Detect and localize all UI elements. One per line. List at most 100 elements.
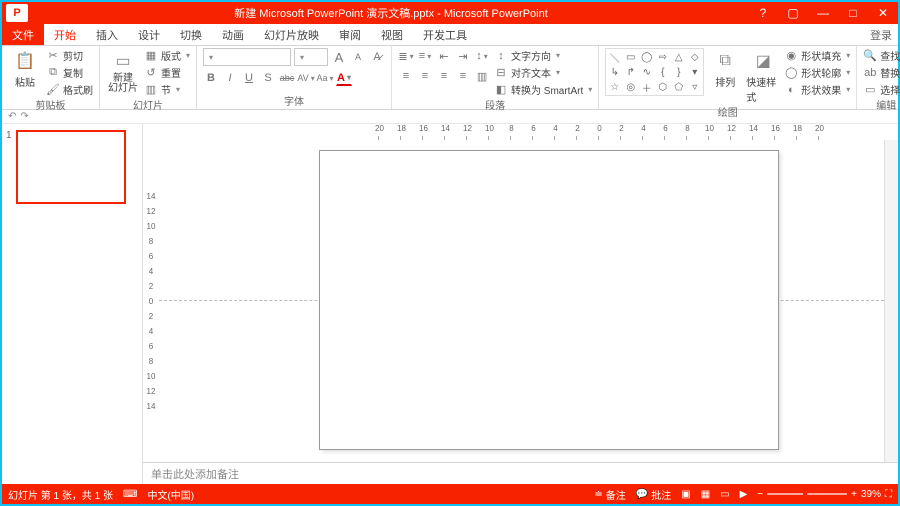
indent-dec-button[interactable]: ⇤: [436, 48, 452, 64]
font-size-combo[interactable]: [294, 48, 328, 66]
font-name-combo[interactable]: [203, 48, 291, 66]
indent-inc-button[interactable]: ⇥: [455, 48, 471, 64]
zoom-slider[interactable]: [767, 493, 847, 495]
font-color-button[interactable]: A: [336, 70, 352, 86]
change-case-button[interactable]: Aa: [317, 70, 333, 86]
slide-1[interactable]: [319, 150, 779, 450]
quick-styles-button[interactable]: ◪快速样式: [746, 48, 780, 104]
format-painter-button[interactable]: 🖌格式刷: [46, 82, 93, 97]
tab-insert[interactable]: 插入: [86, 24, 128, 45]
numbering-button[interactable]: ≡: [417, 48, 433, 64]
arrange-button[interactable]: ⧉排列: [708, 48, 742, 89]
undo-shape-icon[interactable]: ↶: [8, 111, 16, 122]
view-normal-button[interactable]: ▣: [681, 489, 690, 500]
text-direction-button[interactable]: ↕文字方向: [494, 48, 592, 63]
find-button[interactable]: 🔍查找: [863, 48, 900, 63]
zoom-value[interactable]: 39%: [861, 489, 881, 500]
shape-conn2-icon[interactable]: ↱: [623, 65, 638, 79]
convert-smartart-button[interactable]: ◧转换为 SmartArt: [494, 82, 592, 97]
layout-button[interactable]: ▦版式: [144, 48, 190, 63]
shape-callout-icon[interactable]: ◎: [623, 80, 638, 94]
tab-file[interactable]: 文件: [2, 24, 44, 45]
fit-window-button[interactable]: ⛶: [885, 489, 892, 500]
zoom-in-button[interactable]: +: [851, 489, 857, 500]
paste-button[interactable]: 📋 粘贴: [8, 48, 42, 89]
tab-animation[interactable]: 动画: [212, 24, 254, 45]
clear-format-button[interactable]: A̷: [369, 49, 385, 65]
tab-view[interactable]: 视图: [371, 24, 413, 45]
shape-scroll-icon[interactable]: ▿: [687, 80, 702, 94]
shape-pent-icon[interactable]: ⬠: [671, 80, 686, 94]
shape-arrow-icon[interactable]: ⇨: [655, 50, 670, 64]
cut-button[interactable]: ✂剪切: [46, 48, 93, 63]
tab-transition[interactable]: 切换: [170, 24, 212, 45]
notes-pane[interactable]: 单击此处添加备注: [143, 462, 898, 484]
help-button[interactable]: ?: [748, 6, 778, 20]
ribbon-toggle-button[interactable]: ▢: [778, 6, 808, 20]
columns-button[interactable]: ▥: [474, 68, 490, 84]
status-language[interactable]: 中文(中国): [147, 487, 194, 502]
shape-plus-icon[interactable]: ＋: [639, 80, 654, 94]
slide-thumbnail-1[interactable]: [16, 130, 126, 204]
login-link[interactable]: 登录: [870, 27, 898, 43]
tab-design[interactable]: 设计: [128, 24, 170, 45]
shape-line-icon[interactable]: ＼: [607, 50, 622, 64]
new-slide-button[interactable]: ▭ 新建 幻灯片: [106, 48, 140, 94]
view-sorter-button[interactable]: ▦: [701, 489, 710, 500]
slide-thumbnail-panel[interactable]: 1: [2, 124, 142, 484]
ruler-horizontal[interactable]: 201816141210864202468101214161820: [159, 124, 898, 140]
shape-brace-icon[interactable]: {: [655, 65, 670, 79]
underline-button[interactable]: U: [241, 70, 257, 86]
ruler-vertical[interactable]: 141210864202468101214: [143, 140, 159, 462]
shape-diamond-icon[interactable]: ◇: [687, 50, 702, 64]
select-button[interactable]: ▭选择: [863, 82, 900, 97]
char-spacing-button[interactable]: AV: [298, 70, 314, 86]
view-slideshow-button[interactable]: ▶: [740, 489, 748, 500]
increase-font-button[interactable]: A: [331, 49, 347, 65]
shape-rect-icon[interactable]: ▭: [623, 50, 638, 64]
reset-button[interactable]: ↺重置: [144, 65, 190, 80]
vertical-scrollbar[interactable]: [884, 140, 898, 462]
bullets-button[interactable]: ≣: [398, 48, 414, 64]
shapes-gallery[interactable]: ＼▭◯⇨△◇ ↳↱∿{}▾ ☆◎＋⬡⬠▿: [605, 48, 704, 96]
shape-triangle-icon[interactable]: △: [671, 50, 686, 64]
line-spacing-button[interactable]: ↕: [474, 48, 490, 64]
close-button[interactable]: ✕: [868, 6, 898, 20]
slide-canvas[interactable]: [159, 140, 884, 462]
tab-review[interactable]: 审阅: [329, 24, 371, 45]
shape-curve-icon[interactable]: ∿: [639, 65, 654, 79]
align-center-button[interactable]: ≡: [417, 68, 433, 84]
status-lang-icon[interactable]: ⌨: [123, 489, 137, 500]
shape-conn-icon[interactable]: ↳: [607, 65, 622, 79]
bold-button[interactable]: B: [203, 70, 219, 86]
shape-fill-button[interactable]: ◉形状填充: [784, 48, 850, 63]
tab-slideshow[interactable]: 幻灯片放映: [254, 24, 329, 45]
comments-toggle[interactable]: 💬 批注: [636, 487, 671, 502]
undo-shape2-icon[interactable]: ↷: [20, 111, 28, 122]
shape-outline-button[interactable]: ◯形状轮廓: [784, 65, 850, 80]
shape-brace2-icon[interactable]: }: [671, 65, 686, 79]
minimize-button[interactable]: —: [808, 6, 838, 20]
strike-button[interactable]: abc: [279, 70, 295, 86]
section-button[interactable]: ▥节: [144, 82, 190, 97]
italic-button[interactable]: I: [222, 70, 238, 86]
shape-more-icon[interactable]: ▾: [687, 65, 702, 79]
shape-star-icon[interactable]: ☆: [607, 80, 622, 94]
shape-effects-button[interactable]: ◐形状效果: [784, 82, 850, 97]
shape-ellipse-icon[interactable]: ◯: [639, 50, 654, 64]
tab-home[interactable]: 开始: [44, 24, 86, 45]
shadow-button[interactable]: S: [260, 70, 276, 86]
notes-toggle[interactable]: ≐ 备注: [594, 487, 625, 502]
align-right-button[interactable]: ≡: [436, 68, 452, 84]
maximize-button[interactable]: □: [838, 6, 868, 20]
tab-dev[interactable]: 开发工具: [413, 24, 477, 45]
align-left-button[interactable]: ≡: [398, 68, 414, 84]
shape-hex-icon[interactable]: ⬡: [655, 80, 670, 94]
zoom-control[interactable]: − + 39% ⛶: [757, 489, 892, 500]
replace-button[interactable]: ab替换: [863, 65, 900, 80]
copy-button[interactable]: ⧉复制: [46, 65, 93, 80]
view-reading-button[interactable]: ▭: [720, 489, 729, 500]
decrease-font-button[interactable]: A: [350, 49, 366, 65]
align-text-button[interactable]: ⊟对齐文本: [494, 65, 592, 80]
zoom-out-button[interactable]: −: [757, 489, 763, 500]
